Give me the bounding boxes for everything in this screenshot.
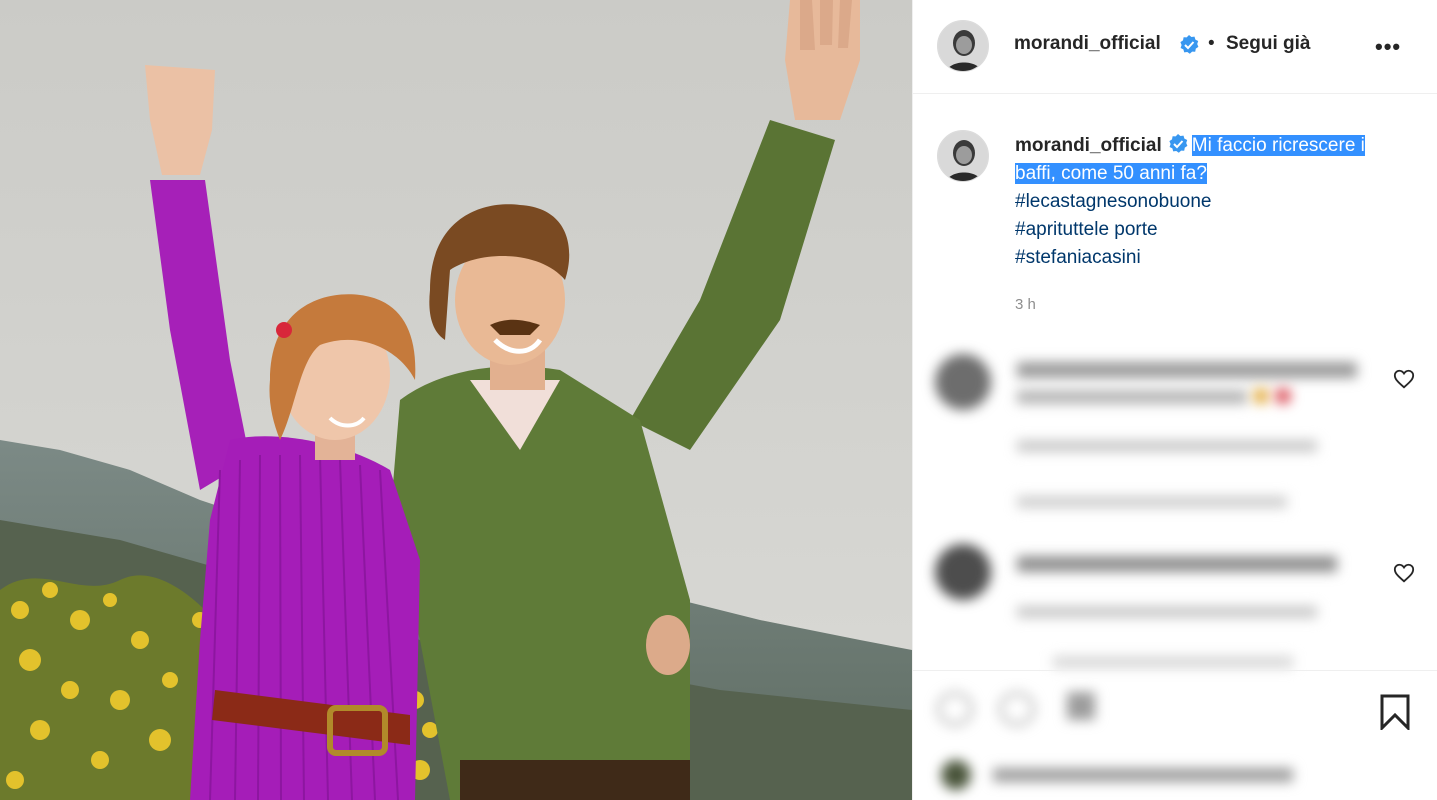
comment-emoji [1275, 388, 1291, 404]
header-separator: • [1208, 33, 1215, 54]
avatar-icon [938, 21, 988, 71]
comment-text [1017, 390, 1247, 404]
comment-replies [1017, 496, 1287, 508]
likes-text [993, 768, 1293, 782]
photo-illustration [0, 0, 912, 800]
bookmark-icon[interactable] [1379, 694, 1411, 730]
likes-avatar [941, 760, 971, 790]
post-caption: morandi_official Mi faccio ricrescere i … [913, 94, 1437, 334]
hashtag-link[interactable]: #aprituttele porte [1015, 216, 1415, 244]
post-header: morandi_official • Segui già ••• [913, 0, 1437, 94]
post-timestamp[interactable]: 3 h [1015, 296, 1036, 313]
comment-avatar [935, 354, 991, 410]
post-side-panel: morandi_official • Segui già ••• morandi… [912, 0, 1437, 800]
comment-replies [1053, 656, 1293, 668]
comment-text [1017, 556, 1337, 572]
action-icon [999, 692, 1035, 726]
comment-meta [1017, 606, 1317, 618]
comment-avatar [935, 544, 991, 600]
follow-button[interactable]: Segui già [1226, 33, 1310, 55]
verified-badge-icon [1180, 35, 1199, 54]
heart-icon[interactable] [1393, 368, 1415, 390]
hashtag-link[interactable]: #stefaniacasini [1015, 244, 1415, 272]
action-icon [937, 692, 973, 726]
caption-text-line2: baffi, come 50 anni fa? [1015, 163, 1207, 184]
post-photo[interactable] [0, 0, 912, 800]
caption-author-avatar[interactable] [937, 130, 989, 182]
comment-emoji [1253, 388, 1269, 404]
action-icon [1067, 692, 1095, 720]
more-options-icon[interactable]: ••• [1375, 34, 1401, 60]
actions-divider [913, 670, 1437, 671]
caption-username[interactable]: morandi_official [1015, 135, 1162, 156]
comments-section [913, 340, 1437, 800]
caption-text-line1: Mi faccio ricrescere i [1191, 135, 1365, 156]
verified-badge-icon [1169, 134, 1188, 153]
heart-icon[interactable] [1393, 562, 1415, 584]
comment-text [1017, 362, 1357, 378]
author-username[interactable]: morandi_official [1014, 33, 1161, 55]
author-avatar[interactable] [937, 20, 989, 72]
avatar-icon [938, 131, 988, 181]
hashtag-link[interactable]: #lecastagnesonobuone [1015, 188, 1415, 216]
comment-meta [1017, 440, 1317, 452]
caption-text-block: morandi_official Mi faccio ricrescere i … [1015, 132, 1415, 272]
